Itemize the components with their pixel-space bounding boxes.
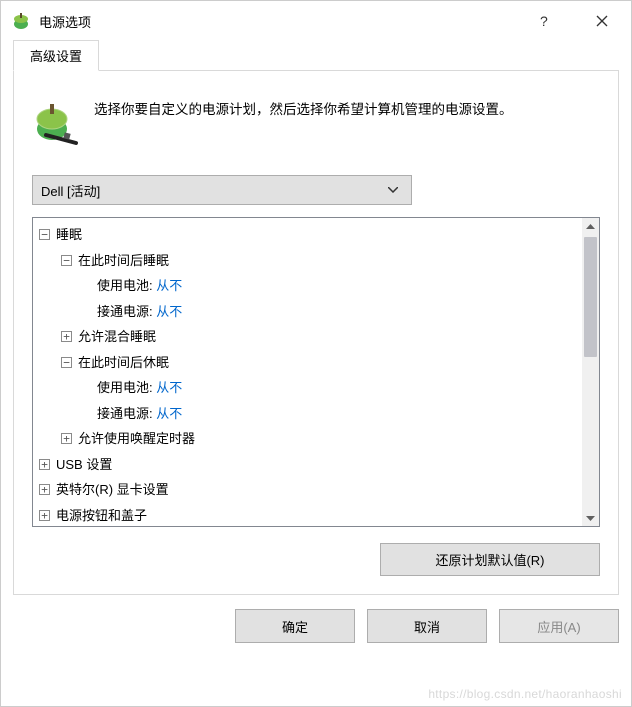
close-button[interactable] [573,1,631,41]
scroll-up-icon[interactable] [582,218,599,235]
expand-icon[interactable]: + [61,433,72,444]
tree-item-hibernate-after-plugged[interactable]: 接通电源: 从不 [39,401,582,427]
tree-item-sleep[interactable]: −睡眠 [39,222,582,248]
value-link[interactable]: 从不 [156,380,182,395]
svg-text:?: ? [540,15,548,27]
scroll-down-icon[interactable] [582,509,599,526]
value-link[interactable]: 从不 [156,278,182,293]
tree-item-sleep-after-plugged[interactable]: 接通电源: 从不 [39,299,582,325]
tab-advanced[interactable]: 高级设置 [13,40,99,71]
expand-icon[interactable]: + [39,459,50,470]
description-text: 选择你要自定义的电源计划，然后选择你希望计算机管理的电源设置。 [94,99,513,147]
dialog-footer: 确定 取消 应用(A) [13,609,619,643]
value-link[interactable]: 从不 [156,304,182,319]
ok-button[interactable]: 确定 [235,609,355,643]
watermark: https://blog.csdn.net/haoranhaoshi [428,687,622,701]
tree-item-hibernate-after-battery[interactable]: 使用电池: 从不 [39,375,582,401]
scroll-track[interactable] [582,235,599,509]
tree-item-power-buttons[interactable]: +电源按钮和盖子 [39,503,582,523]
chevron-down-icon [383,187,403,193]
tree-item-intel-graphics[interactable]: +英特尔(R) 显卡设置 [39,477,582,503]
collapse-icon[interactable]: − [61,357,72,368]
restore-defaults-button[interactable]: 还原计划默认值(R) [380,543,600,576]
expand-icon[interactable]: + [39,510,50,521]
titlebar: 电源选项 ? [1,1,631,41]
tab-content: 选择你要自定义的电源计划，然后选择你希望计算机管理的电源设置。 Dell [活动… [13,71,619,595]
collapse-icon[interactable]: − [61,255,72,266]
tree-item-hybrid-sleep[interactable]: +允许混合睡眠 [39,324,582,350]
help-button[interactable]: ? [515,1,573,41]
scrollbar[interactable] [582,218,599,526]
expand-icon[interactable]: + [39,484,50,495]
collapse-icon[interactable]: − [39,229,50,240]
app-icon [11,11,31,31]
plan-select[interactable]: Dell [活动] [32,175,412,205]
tree-item-sleep-after[interactable]: −在此时间后睡眠 [39,248,582,274]
tree-item-sleep-after-battery[interactable]: 使用电池: 从不 [39,273,582,299]
cancel-button[interactable]: 取消 [367,609,487,643]
power-icon [32,99,80,147]
plan-select-value: Dell [活动] [41,181,383,200]
tab-strip: 高级设置 [13,41,619,71]
apply-button[interactable]: 应用(A) [499,609,619,643]
expand-icon[interactable]: + [61,331,72,342]
tree-item-usb[interactable]: +USB 设置 [39,452,582,478]
settings-tree: −睡眠 −在此时间后睡眠 使用电池: 从不 接通电源: 从不 +允许混合睡眠 −… [32,217,600,527]
window-title: 电源选项 [39,12,91,31]
value-link[interactable]: 从不 [156,406,182,421]
tree-item-hibernate-after[interactable]: −在此时间后休眠 [39,350,582,376]
tree-item-wake-timers[interactable]: +允许使用唤醒定时器 [39,426,582,452]
scroll-thumb[interactable] [584,237,597,357]
